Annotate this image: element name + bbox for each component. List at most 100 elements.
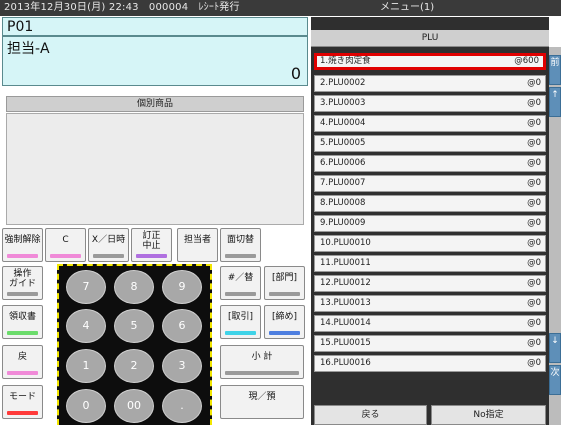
return-label: 戻 [17, 352, 27, 362]
key-color-stripe [269, 331, 300, 335]
closing-button[interactable]: [締め] [264, 305, 305, 339]
plu-item-price: @0 [527, 118, 541, 128]
mode-button[interactable]: モード [2, 385, 43, 419]
key-color-stripe [225, 371, 299, 375]
plu-item-price: @0 [527, 358, 541, 368]
plu-item[interactable]: 1.焼き肉定食 @600 [314, 53, 546, 70]
subtotal-label: 小 計 [251, 352, 273, 362]
subtotal-button[interactable]: 小 計 [220, 345, 304, 379]
pos-screen: 2013年12月30日(月) 22:43 000004 ﾚｼｰﾄ発行 メニュー(… [0, 0, 561, 425]
plu-item-name: 12.PLU0012 [320, 278, 371, 288]
multiply-time-button[interactable]: X／日時 [88, 228, 129, 262]
plu-item-price: @0 [527, 78, 541, 88]
clear-label: C [62, 235, 69, 245]
status-datetime: 2013年12月30日(月) 22:43 000004 ﾚｼｰﾄ発行 [4, 2, 240, 13]
plu-item-name: 10.PLU0010 [320, 238, 371, 248]
amount-display: 0 [290, 64, 301, 83]
plu-item-name: 4.PLU0004 [320, 118, 366, 128]
plu-item[interactable]: 15.PLU0015 @0 [314, 335, 546, 352]
numpad-highlight-frame [57, 264, 212, 425]
key-color-stripe [7, 292, 38, 296]
screen-switch-button[interactable]: 面切替 [220, 228, 261, 262]
staff-key-label: 担当者 [183, 235, 211, 245]
plu-item[interactable]: 6.PLU0006 @0 [314, 155, 546, 172]
receipt-label: 領収書 [8, 312, 36, 322]
plu-item-name: 1.焼き肉定食 [320, 56, 371, 66]
plu-item[interactable]: 14.PLU0014 @0 [314, 315, 546, 332]
plu-item-name: 16.PLU0016 [320, 358, 371, 368]
plu-item-price: @0 [527, 158, 541, 168]
force-release-button[interactable]: 強制解除 [2, 228, 43, 262]
plu-item[interactable]: 3.PLU0003 @0 [314, 95, 546, 112]
department-button[interactable]: [部門] [264, 266, 305, 300]
hash-change-button[interactable]: #／替 [220, 266, 261, 300]
plu-item-name: 15.PLU0015 [320, 338, 371, 348]
item-list-area [6, 113, 304, 225]
receipt-button[interactable]: 領収書 [2, 305, 43, 339]
operation-guide-label: 操作 ガイド [8, 269, 36, 289]
key-color-stripe [93, 254, 124, 258]
hash-change-label: #／替 [227, 273, 254, 283]
plu-item[interactable]: 9.PLU0009 @0 [314, 215, 546, 232]
department-label: [部門] [271, 273, 298, 283]
plu-item-name: 8.PLU0008 [320, 198, 366, 208]
clear-button[interactable]: C [45, 228, 86, 262]
plu-item-name: 6.PLU0006 [320, 158, 366, 168]
plu-item[interactable]: 7.PLU0007 @0 [314, 175, 546, 192]
plu-item-name: 11.PLU0011 [320, 258, 371, 268]
plu-item[interactable]: 12.PLU0012 @0 [314, 275, 546, 292]
register-id-bar: P01 [2, 17, 308, 36]
key-color-stripe [136, 254, 167, 258]
key-color-stripe [7, 254, 38, 258]
staff-key-button[interactable]: 担当者 [177, 228, 218, 262]
plu-item[interactable]: 16.PLU0016 @0 [314, 355, 546, 372]
operation-guide-button[interactable]: 操作 ガイド [2, 266, 43, 300]
plu-item-name: 9.PLU0009 [320, 218, 366, 228]
plu-item-name: 13.PLU0013 [320, 298, 371, 308]
plu-item-price: @0 [527, 258, 541, 268]
status-bar: 2013年12月30日(月) 22:43 000004 ﾚｼｰﾄ発行 メニュー(… [0, 0, 561, 16]
scroll-up-tab[interactable]: ↑ [549, 87, 561, 117]
plu-item[interactable]: 2.PLU0002 @0 [314, 75, 546, 92]
plu-item-price: @0 [527, 318, 541, 328]
plu-item[interactable]: 8.PLU0008 @0 [314, 195, 546, 212]
plu-item-price: @0 [527, 198, 541, 208]
key-color-stripe [7, 331, 38, 335]
scroll-down-tab[interactable]: ↓ [549, 333, 561, 363]
plu-item-name: 7.PLU0007 [320, 178, 366, 188]
transaction-button[interactable]: [取引] [220, 305, 261, 339]
number-specify-button[interactable]: No指定 [431, 405, 546, 425]
key-color-stripe [7, 371, 38, 375]
plu-item[interactable]: 10.PLU0010 @0 [314, 235, 546, 252]
back-button[interactable]: 戻る [314, 405, 427, 425]
plu-item-price: @0 [527, 178, 541, 188]
plu-item-price: @0 [527, 298, 541, 308]
plu-item[interactable]: 4.PLU0004 @0 [314, 115, 546, 132]
plu-item-price: @0 [527, 238, 541, 248]
force-release-label: 強制解除 [4, 235, 41, 245]
transaction-label: [取引] [227, 312, 254, 322]
void-cancel-button[interactable]: 訂正 中止 [131, 228, 172, 262]
plu-item[interactable]: 11.PLU0011 @0 [314, 255, 546, 272]
register-id: P01 [7, 19, 34, 35]
plu-item-price: @0 [527, 138, 541, 148]
plu-item-name: 3.PLU0003 [320, 98, 366, 108]
plu-item[interactable]: 5.PLU0005 @0 [314, 135, 546, 152]
plu-item-price: @0 [527, 218, 541, 228]
multiply-time-label: X／日時 [91, 235, 126, 245]
next-page-tab[interactable]: 次 [549, 365, 561, 395]
staff-amount-panel: 担当-A 0 [2, 36, 308, 86]
plu-item-name: 5.PLU0005 [320, 138, 366, 148]
plu-item[interactable]: 13.PLU0013 @0 [314, 295, 546, 312]
plu-item-price: @0 [527, 98, 541, 108]
staff-name: 担当-A [7, 41, 50, 57]
key-color-stripe [50, 254, 81, 258]
closing-label: [締め] [271, 312, 298, 322]
prev-page-tab[interactable]: 前 [549, 55, 561, 85]
plu-item-price: @0 [527, 278, 541, 288]
key-color-stripe [225, 292, 256, 296]
cash-deposit-label: 現／預 [248, 392, 276, 402]
cash-deposit-button[interactable]: 現／預 [220, 385, 304, 419]
return-button[interactable]: 戻 [2, 345, 43, 379]
mode-label: モード [8, 392, 36, 402]
